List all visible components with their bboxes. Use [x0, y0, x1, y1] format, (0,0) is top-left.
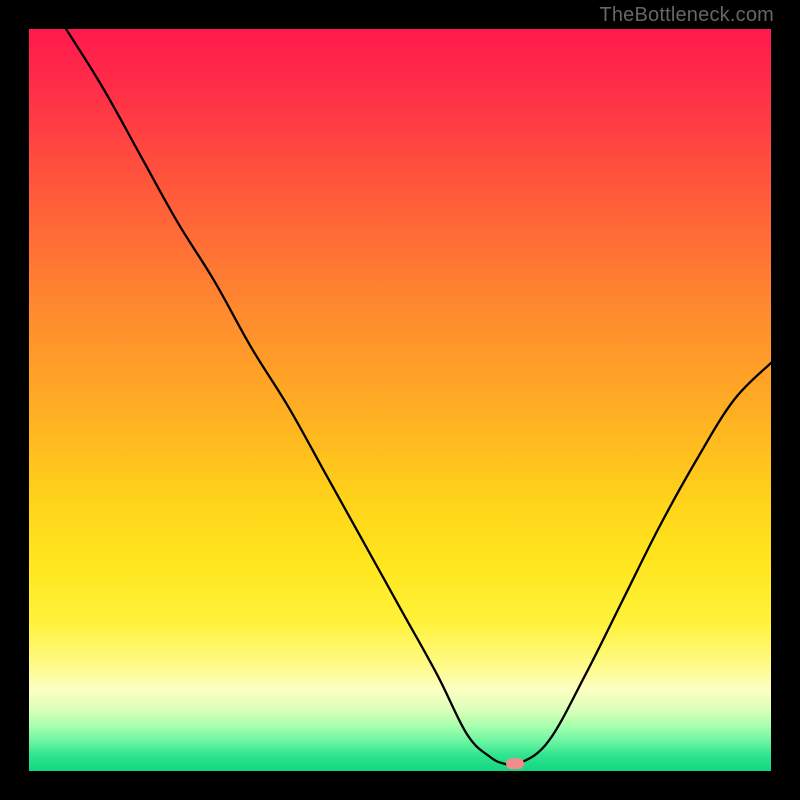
chart-svg — [29, 29, 771, 771]
marker-pill — [506, 758, 524, 769]
curve-line — [66, 29, 771, 766]
watermark-text: TheBottleneck.com — [599, 4, 774, 27]
chart-frame: TheBottleneck.com — [0, 0, 800, 800]
plot-area — [29, 29, 771, 771]
